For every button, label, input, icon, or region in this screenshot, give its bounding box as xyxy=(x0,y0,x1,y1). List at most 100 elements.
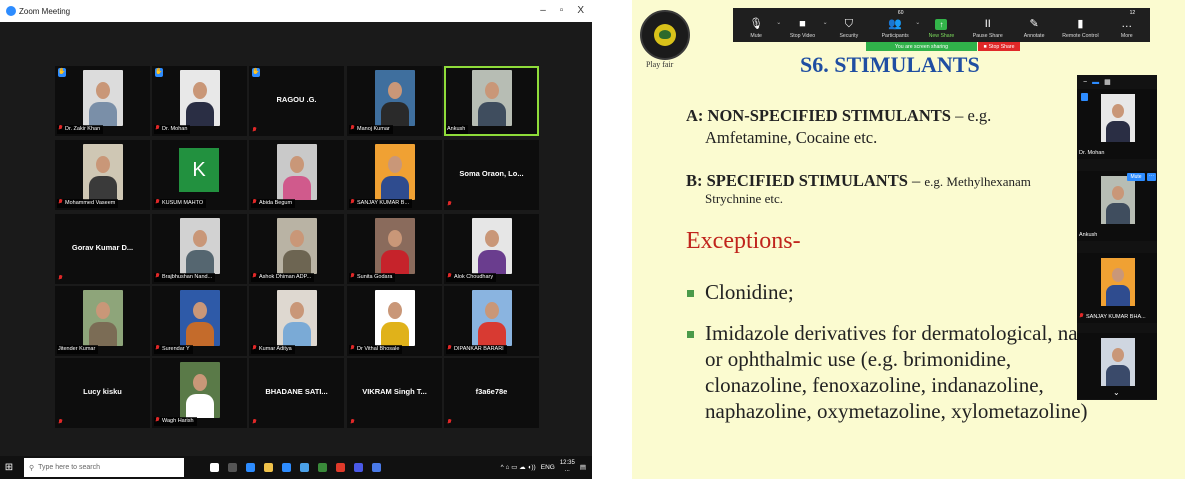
shield-icon: ⛉ xyxy=(844,18,853,30)
muted-mic-icon xyxy=(252,199,257,205)
language-indicator[interactable]: ENG xyxy=(541,464,555,471)
taskbar-app-icon[interactable] xyxy=(264,463,273,472)
muted-mic-icon xyxy=(155,345,160,351)
toolbar-mic-button[interactable]: 🎙 Mute ⌄ xyxy=(733,8,781,42)
participant-tile[interactable]: K KUSUM MAHTO xyxy=(152,140,247,210)
participant-video xyxy=(180,290,220,346)
strip-participant-tile[interactable]: Mute ··· Ankush xyxy=(1077,171,1157,241)
close-button[interactable]: X xyxy=(577,5,584,17)
participant-tile[interactable]: Sunita Godara xyxy=(347,214,442,284)
restore-button[interactable]: ▫ xyxy=(560,5,564,17)
toolbar-share-button[interactable]: ↑ New Share xyxy=(918,8,964,42)
toolbar-label: Annotate xyxy=(1023,33,1045,39)
taskbar-app-icon[interactable] xyxy=(282,463,291,472)
participant-name: Wagh Harish xyxy=(162,418,194,424)
participant-tile[interactable]: Manoj Kumar xyxy=(347,66,442,136)
participant-tile[interactable]: Mohammed Vaseem xyxy=(55,140,150,210)
participant-name-label: SANJAY KUMAR BHA... xyxy=(1079,313,1146,320)
chevron-down-icon[interactable]: ⌄ xyxy=(1113,388,1120,397)
muted-mic-icon xyxy=(350,345,355,351)
participant-video xyxy=(83,70,123,126)
participant-video xyxy=(83,144,123,200)
participant-name: Surendar Y xyxy=(162,346,190,352)
participant-video xyxy=(180,218,220,274)
participant-tile[interactable]: Gorav Kumar D... xyxy=(55,214,150,284)
participant-name: Dr Vithal Bhosale xyxy=(357,346,400,352)
screen-sharing-banner: You are screen sharing xyxy=(866,42,977,51)
notifications-icon[interactable]: ▤ xyxy=(580,463,586,471)
participant-avatar: K xyxy=(179,148,219,192)
bullet-2-line-2: or ophthalmic use (e.g. brimonidine, xyxy=(705,347,1012,371)
participant-tile[interactable]: Ankush xyxy=(444,66,539,136)
toolbar-shield-button[interactable]: ⛉ Security xyxy=(826,8,872,42)
toolbar-pen-button[interactable]: ✎ Annotate xyxy=(1011,8,1057,42)
taskbar-app-icon[interactable] xyxy=(336,463,345,472)
taskbar-app-icon[interactable] xyxy=(372,463,381,472)
taskbar-app-icon[interactable] xyxy=(246,463,255,472)
participant-video xyxy=(375,70,415,126)
participant-tile[interactable]: Lucy kisku xyxy=(55,358,150,428)
participant-name-label: Brajbhushan Nand... xyxy=(154,273,216,282)
windows-start-icon[interactable]: ⊞ xyxy=(0,456,18,479)
taskbar-app-icon[interactable] xyxy=(228,463,237,472)
slide-line-a2: Amfetamine, Cocaine etc. xyxy=(705,128,878,147)
participant-tile[interactable]: Kumar Aditya xyxy=(249,286,344,356)
participant-tile[interactable]: ✋ RAGOU .G. xyxy=(249,66,344,136)
participant-tile[interactable]: f3a6e78e xyxy=(444,358,539,428)
muted-mic-icon xyxy=(1079,313,1084,319)
participant-name: Ashok Dhiman ADP... xyxy=(259,274,312,280)
toolbar-video-button[interactable]: ■ Stop Video ⌄ xyxy=(779,8,828,42)
muted-mic-icon xyxy=(447,345,452,351)
participant-tile[interactable]: Wagh Harish xyxy=(152,358,247,428)
participant-tile[interactable]: DIPANKAR BARARI xyxy=(444,286,539,356)
participant-tile[interactable]: Alok Choudhary xyxy=(444,214,539,284)
participant-tile[interactable]: Jitender Kumar xyxy=(55,286,150,356)
strip-participant-tile[interactable]: SANJAY KUMAR BHA... xyxy=(1077,253,1157,323)
strip-single-icon[interactable]: ▬ xyxy=(1092,79,1099,86)
slide-line-a: A: NON-SPECIFIED STIMULANTS – e.g. xyxy=(686,106,991,126)
participant-tile[interactable]: Dr Vithal Bhosale xyxy=(347,286,442,356)
toolbar-label: Participants xyxy=(881,33,909,39)
participant-tile[interactable]: Ashok Dhiman ADP... xyxy=(249,214,344,284)
participant-name: Abida Begum xyxy=(259,200,293,206)
taskbar-app-icon[interactable] xyxy=(318,463,327,472)
strip-participant-tile[interactable]: ⌄ xyxy=(1077,333,1157,399)
participant-tile[interactable]: SANJAY KUMAR B... xyxy=(347,140,442,210)
participant-video xyxy=(375,144,415,200)
tray-icons[interactable]: ^ ⌂ ▭ ☁ ◖)) xyxy=(501,463,536,471)
participant-tile[interactable]: Brajbhushan Nand... xyxy=(152,214,247,284)
taskbar-app-icon[interactable] xyxy=(354,463,363,472)
taskbar-app-icon[interactable] xyxy=(300,463,309,472)
participant-tile[interactable]: Abida Begum xyxy=(249,140,344,210)
participant-more-button[interactable]: ··· xyxy=(1147,173,1156,181)
strip-minimize-icon[interactable]: − xyxy=(1083,79,1087,86)
participant-tile[interactable]: ✋ Dr. Zakir Khan xyxy=(55,66,150,136)
toolbar-pause-button[interactable]: II Pause Share xyxy=(965,8,1011,42)
strip-participant-tile[interactable]: Dr. Mohan xyxy=(1077,89,1157,159)
toolbar-mouse-button[interactable]: ▮ Remote Control xyxy=(1057,8,1103,42)
strip-grid-icon[interactable]: ▦ xyxy=(1104,78,1111,86)
taskbar-search-input[interactable]: ⚲ Type here to search xyxy=(24,458,184,477)
clock[interactable]: 12:35 ... xyxy=(560,460,575,474)
slide-a-rest: – e.g. xyxy=(950,106,992,125)
participant-display-name: Lucy kisku xyxy=(83,387,122,396)
participant-tile[interactable]: ✋ Dr. Mohan xyxy=(152,66,247,136)
muted-mic-icon xyxy=(252,419,257,425)
participant-tile[interactable]: Surendar Y xyxy=(152,286,247,356)
toolbar-participants-button[interactable]: 👥 60 Participants ⌄ xyxy=(872,8,921,42)
stop-share-button[interactable]: ■ Stop Share xyxy=(978,42,1020,51)
mute-participant-button[interactable]: Mute xyxy=(1127,173,1145,181)
participant-tile[interactable]: Soma Oraon, Lo... xyxy=(444,140,539,210)
taskbar-app-icon[interactable] xyxy=(210,463,219,472)
minimize-button[interactable]: – xyxy=(540,5,546,17)
toolbar-more-button[interactable]: … 12 More xyxy=(1104,8,1150,42)
participant-tile[interactable]: BHADANE SATI... xyxy=(249,358,344,428)
participant-video xyxy=(180,70,220,126)
participant-name: Mohammed Vaseem xyxy=(65,200,116,206)
exceptions-heading: Exceptions- xyxy=(686,228,801,254)
participant-tile[interactable]: VIKRAM Singh T... xyxy=(347,358,442,428)
bullet-2-line-4: naphazoline, oxymetazoline, xylometazoli… xyxy=(705,399,1088,423)
muted-mic-icon xyxy=(350,273,355,279)
participant-name-label: KUSUM MAHTO xyxy=(154,199,207,208)
window-title: Zoom Meeting xyxy=(19,6,71,16)
